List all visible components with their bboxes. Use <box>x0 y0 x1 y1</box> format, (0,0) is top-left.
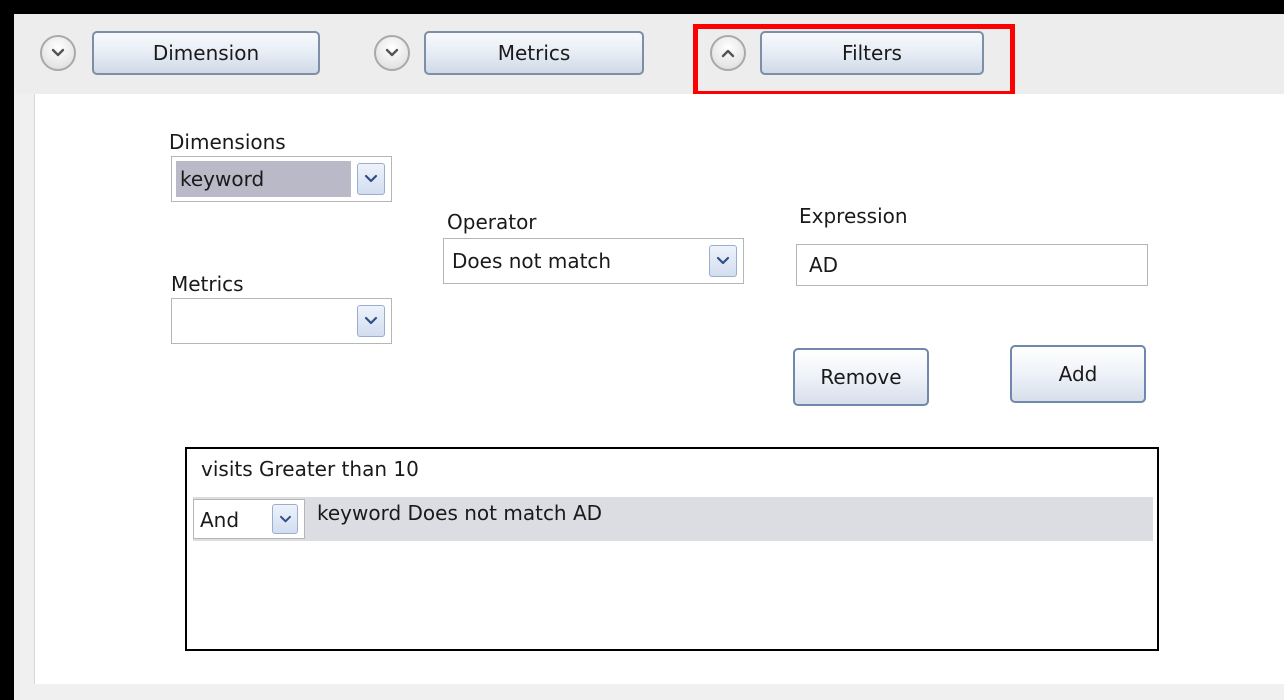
dimensions-label: Dimensions <box>169 130 286 154</box>
chevron-down-icon <box>51 48 65 57</box>
metrics-label: Metrics <box>171 272 244 296</box>
filter-conditions-list[interactable]: visits Greater than 10 And keyword Does … <box>185 447 1159 651</box>
metrics-dropdown[interactable] <box>171 298 392 344</box>
section-toolbar: Dimension Metrics Filters <box>14 14 1284 96</box>
expression-label: Expression <box>799 204 908 228</box>
conjunction-dropdown-arrow[interactable] <box>272 504 298 534</box>
dimensions-selected-value: keyword <box>176 161 351 197</box>
dimension-toggle-button[interactable] <box>40 35 76 71</box>
conjunction-dropdown[interactable]: And <box>193 499 305 539</box>
metrics-dropdown-arrow[interactable] <box>357 305 385 337</box>
chevron-down-icon <box>364 316 378 325</box>
filters-highlight-box <box>693 24 1015 96</box>
conjunction-selected-value: And <box>200 508 240 532</box>
metrics-selected-value <box>176 303 351 339</box>
dimensions-dropdown[interactable]: keyword <box>171 156 392 202</box>
operator-dropdown[interactable]: Does not match <box>443 238 744 284</box>
chevron-down-icon <box>716 256 730 265</box>
expression-input[interactable]: AD <box>796 244 1148 286</box>
remove-button[interactable]: Remove <box>793 348 929 406</box>
filter-editor-window: Dimension Metrics Filters Dimensions key… <box>14 14 1284 700</box>
operator-dropdown-arrow[interactable] <box>709 245 737 277</box>
add-button[interactable]: Add <box>1010 345 1146 403</box>
dimensions-dropdown-arrow[interactable] <box>357 163 385 195</box>
filter-condition-text: keyword Does not match AD <box>317 501 603 525</box>
filters-panel: Dimensions keyword Metrics Operator Does… <box>34 94 1284 684</box>
chevron-down-icon <box>279 515 291 522</box>
metrics-toggle-button[interactable] <box>374 35 410 71</box>
dimension-tab-button[interactable]: Dimension <box>92 31 320 75</box>
operator-label: Operator <box>447 210 537 234</box>
metrics-tab-button[interactable]: Metrics <box>424 31 644 75</box>
chevron-down-icon <box>385 48 399 57</box>
filter-condition-row[interactable]: visits Greater than 10 <box>201 457 419 481</box>
chevron-down-icon <box>364 174 378 183</box>
filter-condition-row-selected[interactable]: And keyword Does not match AD <box>193 497 1153 541</box>
operator-selected-value: Does not match <box>452 249 612 273</box>
